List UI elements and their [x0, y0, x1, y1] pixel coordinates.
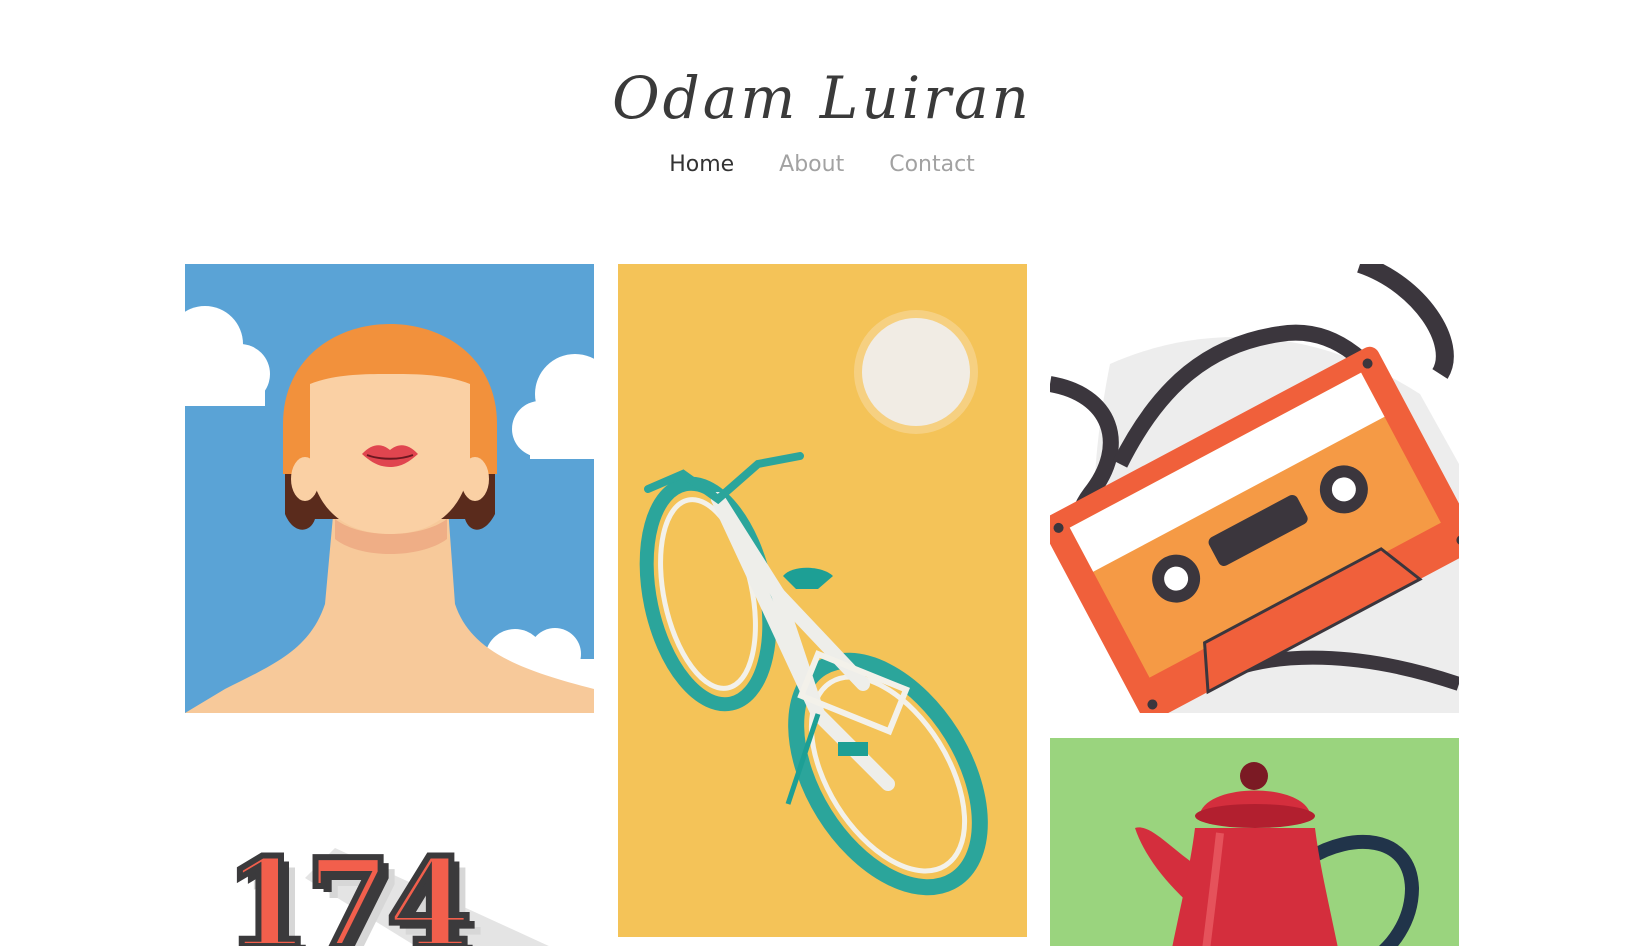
gallery-tile-bicycle[interactable]: [618, 264, 1027, 937]
gallery-tile-portrait[interactable]: [185, 264, 594, 713]
bicycle-illustration: [618, 264, 1027, 937]
main-nav: Home About Contact: [0, 148, 1644, 182]
nav-home-link[interactable]: Home: [669, 148, 734, 182]
nav-contact-link[interactable]: Contact: [889, 148, 975, 182]
nav-about-link[interactable]: About: [779, 148, 844, 182]
portfolio-page: Odam Luiran Home About Contact 174: [0, 0, 1644, 946]
site-title[interactable]: Odam Luiran: [0, 58, 1644, 138]
gallery-tile-number[interactable]: 174: [185, 738, 594, 946]
gallery-tile-teapot[interactable]: [1050, 738, 1459, 946]
cassette-illustration: [1050, 264, 1459, 713]
portrait-illustration: [185, 264, 594, 713]
gallery-tile-cassette[interactable]: [1050, 264, 1459, 713]
number-174-text: 174: [222, 831, 475, 946]
teapot-illustration: [1050, 738, 1459, 946]
